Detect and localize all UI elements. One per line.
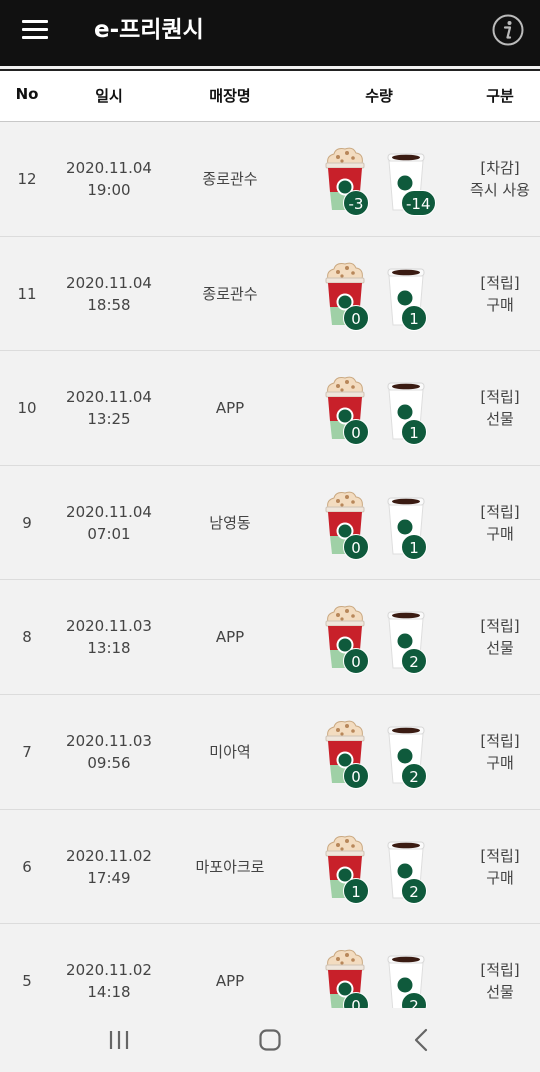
seasonal-count-badge: 0 [343,533,369,560]
regular-count-badge: 1 [401,533,427,560]
row-type-detail: 구매 [486,524,514,543]
row-type-detail: 선물 [486,983,514,1002]
row-time: 09:56 [87,753,131,772]
row-type-label: [적립] [480,731,520,750]
row-time: 07:01 [87,524,131,543]
row-type: [적립] 선물 [455,959,540,1003]
row-type: [적립] 구매 [455,730,540,774]
row-store: APP [215,628,245,647]
row-type: [적립] 선물 [455,615,540,659]
row-number: 8 [22,628,32,647]
row-date: 2020.11.03 [66,617,152,636]
table-row[interactable]: 12 2020.11.04 19:00 종로관수 -3 -14 [차감] 즉시 사용 [0,122,540,237]
row-number: 11 [17,284,37,303]
table-row[interactable]: 11 2020.11.04 18:58 종로관수 0 1 [적립] 구매 [0,236,540,352]
row-date: 2020.11.04 [66,159,152,177]
table-row[interactable]: 8 2020.11.03 13:18 APP 0 2 [적립] 선물 [0,580,540,695]
row-type-label: [적립] [480,846,520,865]
header-type: 구분 [486,87,514,105]
regular-count-badge: -14 [401,190,436,216]
history-list[interactable]: 12 2020.11.04 19:00 종로관수 -3 -14 [차감] 즉시 사용 11 202… [0,122,540,1008]
row-datetime: 2020.11.04 19:00 [54,157,164,201]
table-row[interactable]: 6 2020.11.02 17:49 마포아크로 1 2 [적립] 구매 [0,809,540,925]
row-date: 2020.11.04 [66,502,152,521]
seasonal-count-badge: 0 [343,304,369,331]
row-time: 17:49 [87,868,131,887]
row-datetime: 2020.11.04 13:25 [54,386,164,430]
row-type-label: [적립] [480,388,520,407]
header-no: No [15,85,39,103]
row-datetime: 2020.11.04 07:01 [54,501,164,545]
row-datetime: 2020.11.02 14:18 [54,959,164,1003]
row-store: APP [215,399,245,418]
table-header: No 일시 매장명 수량 구분 [0,71,540,122]
row-type-label: [적립] [480,502,520,521]
regular-count-badge: 2 [401,762,427,789]
row-datetime: 2020.11.03 09:56 [54,730,164,774]
row-type-detail: 구매 [486,295,514,314]
row-store: 남영동 [209,513,251,532]
row-store: 종로관수 [202,170,258,188]
row-time: 14:18 [87,983,131,1002]
app-bar: e-프리퀀시 [0,0,540,66]
info-icon[interactable] [492,14,524,46]
regular-count-badge: 1 [401,419,427,446]
table-row[interactable]: 10 2020.11.04 13:25 APP 0 1 [적립] 선물 [0,351,540,466]
row-datetime: 2020.11.03 13:18 [54,615,164,659]
row-time: 13:18 [87,639,131,658]
page-title: e-프리퀀시 [94,17,204,43]
row-type-detail: 선물 [486,639,514,658]
row-type: [적립] 구매 [455,501,540,545]
row-type-label: [적립] [480,617,520,636]
hamburger-menu-icon[interactable] [22,18,50,42]
row-store: 마포아크로 [195,857,265,876]
row-number: 7 [22,742,32,761]
row-type-label: [차감] [480,159,520,177]
row-time: 18:58 [87,295,131,314]
row-number: 5 [22,972,32,991]
recent-apps-icon[interactable] [99,1022,139,1058]
row-date: 2020.11.04 [66,388,152,407]
row-store: APP [215,972,245,991]
back-icon[interactable] [401,1022,441,1058]
row-store: 종로관수 [202,284,258,303]
row-type-label: [적립] [480,961,520,980]
seasonal-count-badge: 0 [343,419,369,446]
row-datetime: 2020.11.04 18:58 [54,272,164,316]
header-quantity: 수량 [365,87,393,105]
row-type-detail: 구매 [486,868,514,887]
header-date: 일시 [95,87,123,105]
row-date: 2020.11.02 [66,846,152,865]
seasonal-count-badge: 1 [343,877,369,904]
table-row[interactable]: 9 2020.11.04 07:01 남영동 0 1 [적립] 구매 [0,465,540,581]
row-date: 2020.11.04 [66,273,152,292]
row-number: 6 [22,857,32,876]
regular-count-badge: 2 [401,877,427,904]
row-type-detail: 선물 [486,410,514,429]
system-nav-bar [0,1008,540,1072]
row-number: 9 [22,513,32,532]
row-number: 12 [17,170,37,188]
row-type: [적립] 구매 [455,272,540,316]
seasonal-count-badge: 0 [343,762,369,789]
row-type: [적립] 구매 [455,845,540,889]
row-time: 13:25 [87,410,131,429]
row-type: [차감] 즉시 사용 [455,157,540,201]
row-type-detail: 즉시 사용 [470,181,530,199]
row-type-detail: 구매 [486,753,514,772]
row-type-label: [적립] [480,273,520,292]
header-store: 매장명 [209,87,251,105]
row-number: 10 [17,399,37,418]
row-date: 2020.11.02 [66,961,152,980]
table-row[interactable]: 5 2020.11.02 14:18 APP 0 2 [적립] 선물 [0,924,540,1008]
row-store: 미아역 [209,742,251,761]
row-datetime: 2020.11.02 17:49 [54,845,164,889]
row-type: [적립] 선물 [455,386,540,430]
seasonal-count-badge: -3 [343,190,369,216]
home-icon[interactable] [250,1022,290,1058]
table-row[interactable]: 7 2020.11.03 09:56 미아역 0 2 [적립] 구매 [0,694,540,810]
row-date: 2020.11.03 [66,731,152,750]
row-time: 19:00 [87,181,131,199]
regular-count-badge: 1 [401,304,427,331]
